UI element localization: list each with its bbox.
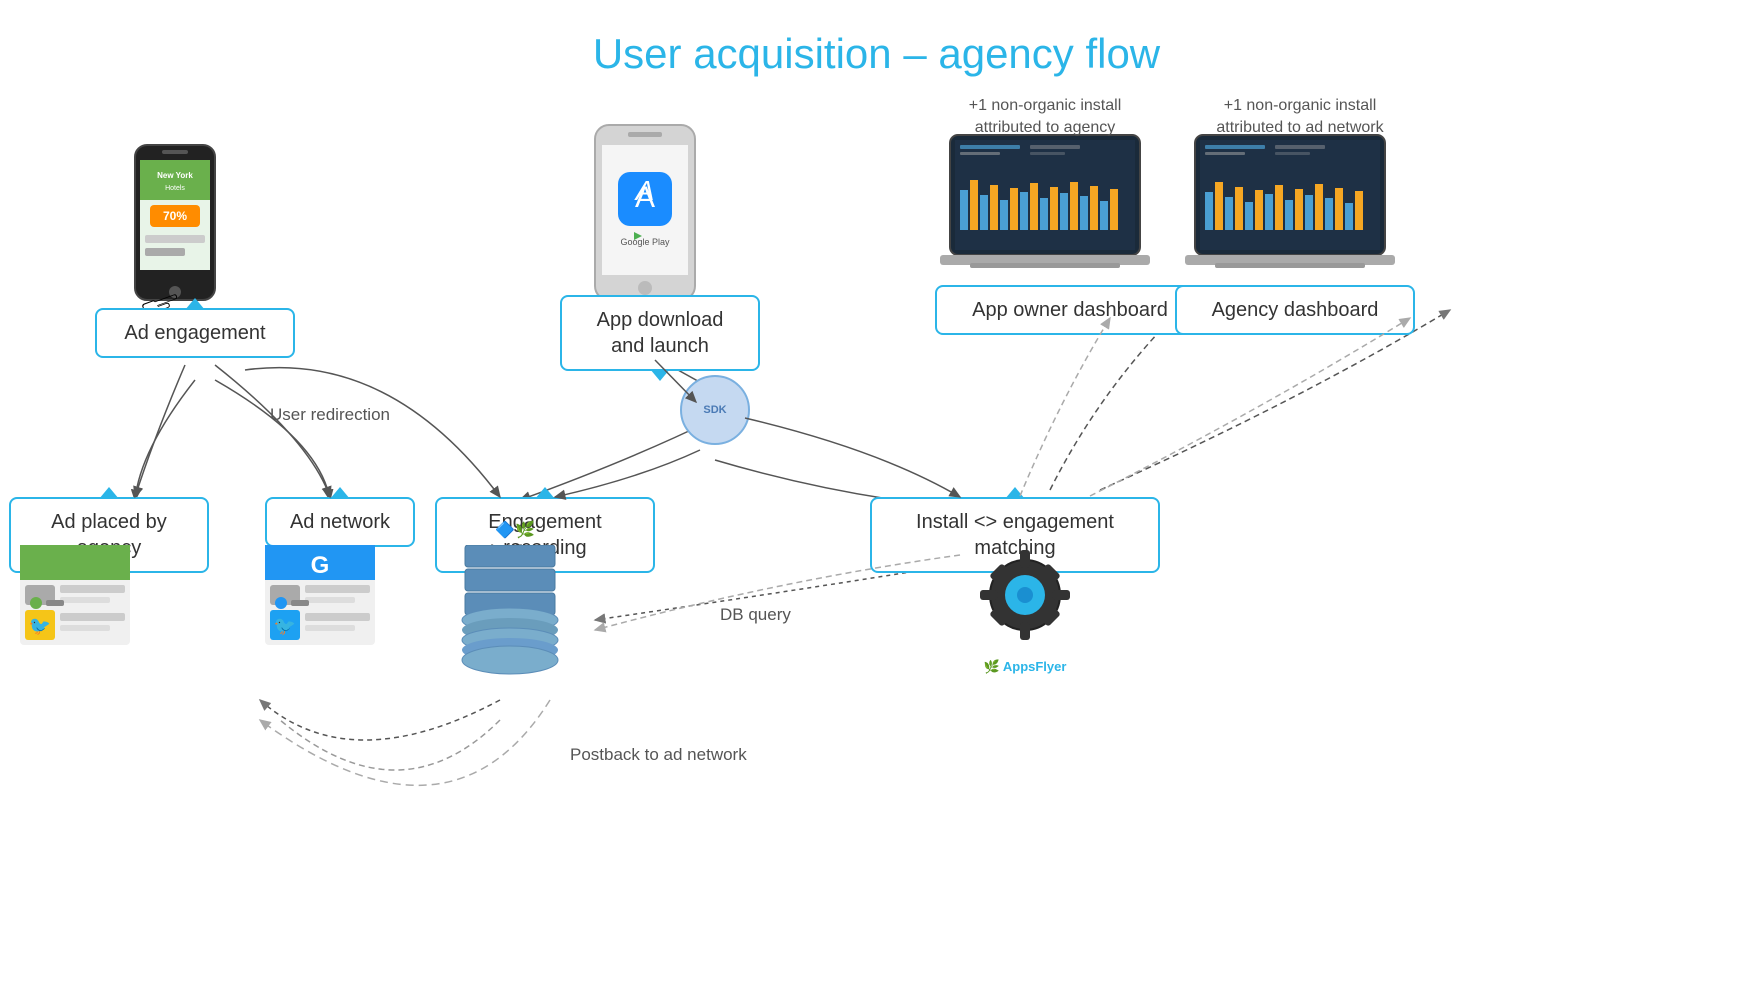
postback-label: Postback to ad network	[570, 745, 747, 765]
agency-top-note: +1 non-organic install attributed to ad …	[1195, 95, 1405, 140]
server-stack	[450, 545, 550, 665]
app-download-callout: App download and launch	[560, 295, 760, 371]
diagram: User acquisition – agency flow	[0, 0, 1753, 982]
svg-text:G: G	[311, 552, 330, 579]
svg-text:🐦: 🐦	[29, 616, 51, 636]
arrows-svg	[0, 0, 1753, 982]
page-title: User acquisition – agency flow	[593, 30, 1160, 78]
ad-engagement-callout: Ad engagement	[95, 308, 295, 358]
ad-network-icons: G 🐦	[265, 545, 375, 635]
svg-text:A: A	[634, 175, 655, 206]
db-query-label: DB query	[720, 605, 791, 625]
agency-laptop	[1185, 130, 1395, 285]
app-owner-dashboard-callout: App owner dashboard	[935, 285, 1205, 335]
svg-text:New York: New York	[157, 171, 193, 180]
user-redirection-label: User redirection	[270, 405, 390, 425]
svg-text:🐦: 🐦	[274, 616, 296, 636]
svg-text:70%: 70%	[163, 209, 187, 223]
ad-network-callout: Ad network	[265, 497, 415, 547]
appsflyer-gear: 🌿 AppsFlyer	[970, 540, 1080, 675]
sdk-circle: SDK	[680, 375, 750, 445]
svg-text:Google Play: Google Play	[620, 237, 670, 247]
app-store-phone: A A Google Play	[590, 120, 700, 310]
agency-dashboard-callout: Agency dashboard	[1175, 285, 1415, 335]
ad-placed-icons: 🐦	[20, 545, 130, 635]
app-owner-top-note: +1 non-organic install attributed to age…	[940, 95, 1150, 140]
app-owner-laptop	[940, 130, 1150, 285]
postback-arrow-svg	[0, 0, 1753, 982]
svg-text:Hotels: Hotels	[165, 185, 185, 192]
phone-mockup: New York Hotels 70%	[130, 140, 220, 300]
